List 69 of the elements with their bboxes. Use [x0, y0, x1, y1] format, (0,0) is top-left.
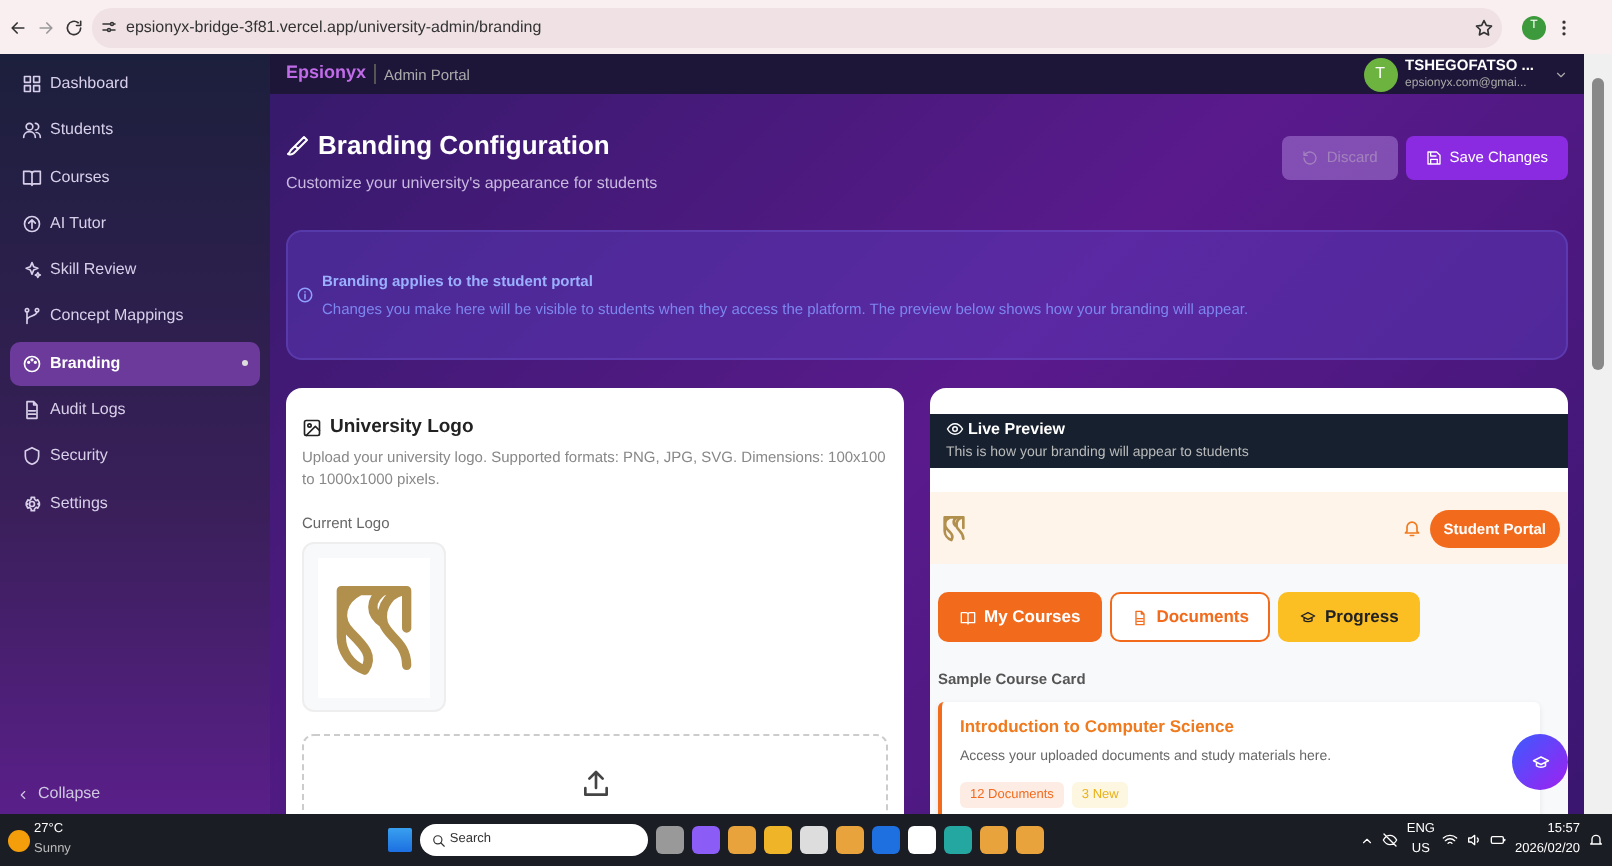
- save-icon: [1425, 149, 1442, 166]
- sidebar-item[interactable]: Students: [10, 108, 260, 153]
- site-settings-icon: [100, 18, 118, 36]
- sidebar-item[interactable]: Courses: [10, 155, 260, 200]
- palette-icon: [22, 353, 42, 374]
- preview-tab[interactable]: Progress: [1278, 592, 1421, 642]
- graduation-cap-icon: [1300, 609, 1317, 626]
- app-icon[interactable]: [979, 826, 1008, 854]
- eye-off-icon: [1382, 832, 1399, 848]
- logo-drawing: [938, 512, 970, 545]
- sidebar-item[interactable]: Audit Logs: [10, 388, 260, 433]
- star-icon: [1474, 17, 1494, 37]
- sidebar-item[interactable]: Settings: [10, 481, 260, 526]
- windows-start-icon[interactable]: [387, 828, 412, 852]
- scrollbar[interactable]: [1584, 54, 1612, 814]
- wifi-icon: [1442, 832, 1459, 848]
- sidebar-item[interactable]: AI Tutor: [10, 201, 260, 246]
- app-icon[interactable]: [763, 826, 792, 854]
- document-icon: [22, 400, 42, 421]
- shield-icon: [22, 446, 42, 467]
- reload-icon: [64, 17, 84, 37]
- book-icon: [22, 167, 42, 188]
- sidebar-item[interactable]: Dashboard: [10, 62, 260, 106]
- forward-icon: [36, 17, 56, 37]
- preview-title: Live Preview: [968, 417, 1065, 442]
- page-title: Branding Configuration: [318, 128, 610, 165]
- bell-icon: [1401, 518, 1422, 539]
- back-icon: [8, 17, 28, 37]
- eye-icon: [946, 420, 964, 439]
- battery-icon: [1490, 832, 1507, 848]
- grid-icon: [22, 74, 42, 94]
- app-icon[interactable]: [727, 826, 756, 854]
- sidebar-item[interactable]: Skill Review: [10, 248, 260, 293]
- upload-icon: [579, 768, 611, 801]
- info-icon: [296, 285, 314, 304]
- chevron-down-icon: [1554, 67, 1568, 82]
- speaker-icon: [1466, 832, 1483, 848]
- sun-icon: [8, 829, 30, 851]
- document-icon: [1132, 609, 1149, 626]
- settings-icon: [22, 493, 42, 514]
- brush-icon: [286, 134, 310, 158]
- scrollbar-thumb[interactable]: [1592, 78, 1604, 370]
- search-icon: [431, 833, 446, 847]
- app-icon[interactable]: [799, 826, 828, 854]
- book-icon: [960, 609, 976, 626]
- sidebar-item[interactable]: Branding: [10, 341, 260, 386]
- card-title: University Logo: [330, 413, 474, 442]
- app-icon[interactable]: [907, 826, 936, 854]
- app-icon[interactable]: [1015, 826, 1044, 854]
- active-dot: [242, 360, 248, 367]
- people-icon: [22, 120, 42, 141]
- sparkle-icon: [22, 260, 42, 281]
- brand-name: Epsionyx: [286, 60, 367, 87]
- page-subtitle: Customize your university's appearance for students: [286, 171, 660, 196]
- app-icon[interactable]: [835, 826, 864, 854]
- branch-icon: [22, 306, 42, 327]
- notification-icon: [1588, 832, 1605, 848]
- chevron-left-icon: [16, 787, 30, 801]
- course-title: Introduction to Computer Science: [960, 714, 1236, 740]
- undo-icon: [1302, 149, 1319, 166]
- sidebar-item[interactable]: Concept Mappings: [10, 294, 260, 339]
- collapse-button[interactable]: Collapse: [0, 782, 270, 814]
- graduation-cap-icon: [1531, 753, 1549, 771]
- app-icon[interactable]: [943, 826, 972, 854]
- image-icon: [302, 417, 322, 438]
- chevron-up-icon: [1360, 833, 1375, 847]
- app-icon[interactable]: [655, 826, 684, 854]
- sidebar-item[interactable]: Security: [10, 434, 260, 479]
- logo-drawing: [318, 557, 430, 698]
